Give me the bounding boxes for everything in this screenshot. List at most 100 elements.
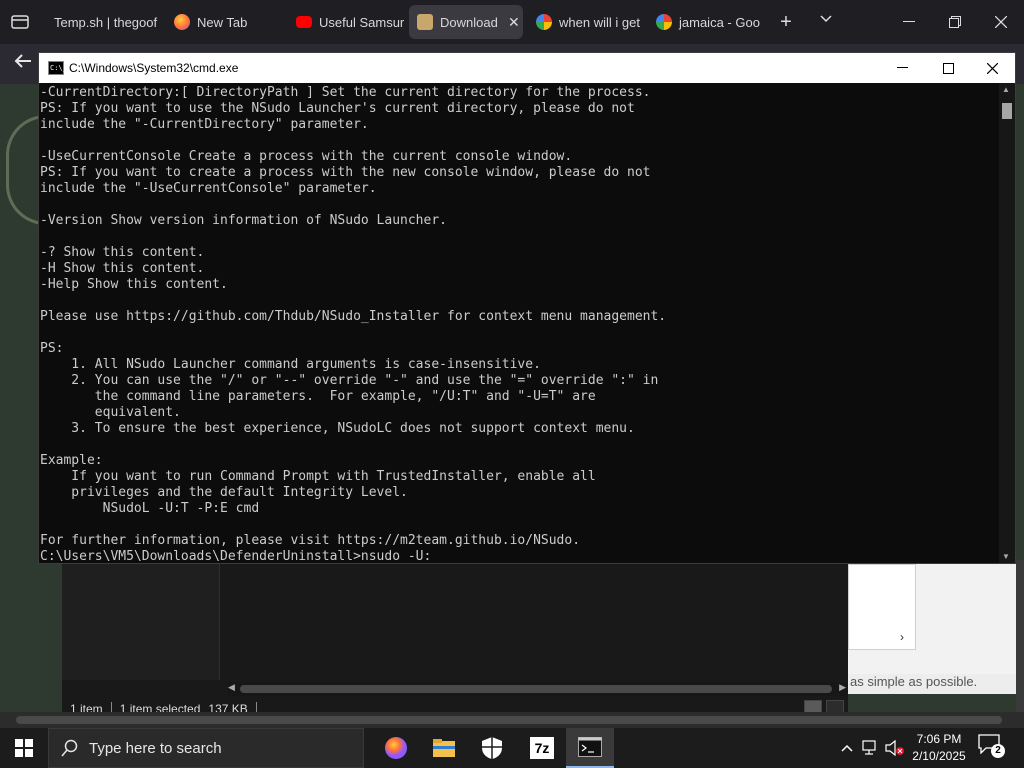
- taskbar-firefox[interactable]: [372, 728, 420, 768]
- tab-list-button[interactable]: [816, 10, 836, 34]
- back-button[interactable]: [10, 52, 36, 76]
- clock-time: 7:06 PM: [916, 732, 962, 746]
- console-line: privileges and the default Integrity Lev…: [40, 485, 408, 500]
- 7zip-icon: 7z: [530, 737, 554, 759]
- taskbar-file-explorer[interactable]: [420, 728, 468, 768]
- console-line: NSudoL -U:T -P:E cmd: [40, 501, 260, 516]
- windows-taskbar: Type here to search 7z 7:06 PM 2/10/2025…: [0, 728, 1024, 768]
- maximize-icon: [942, 62, 954, 74]
- cmd-console-output[interactable]: -CurrentDirectory:[ DirectoryPath ] Set …: [39, 83, 999, 563]
- volume-button[interactable]: [884, 728, 906, 768]
- download-page-icon: [417, 14, 433, 30]
- volume-muted-icon: [885, 740, 904, 756]
- firefox-icon: [174, 14, 190, 30]
- console-line: For further information, please visit ht…: [40, 533, 581, 548]
- command-prompt-window[interactable]: C:\_ C:\Windows\System32\cmd.exe -Curren…: [38, 52, 1016, 564]
- preview-box: [848, 564, 916, 650]
- tab-temp-sh[interactable]: Temp.sh | thegoof: [44, 5, 162, 39]
- search-icon: [61, 739, 78, 757]
- tab-label: Useful Samsur: [319, 14, 405, 30]
- scrollbar-thumb[interactable]: [240, 685, 832, 693]
- close-icon: [986, 62, 998, 74]
- notification-badge: 2: [991, 744, 1005, 758]
- scrollbar-thumb[interactable]: [16, 716, 1002, 724]
- console-line: -CurrentDirectory:[ DirectoryPath ] Set …: [40, 85, 651, 100]
- console-line: -Version Show version information of NSu…: [40, 213, 447, 228]
- console-line: 3. To ensure the best experience, NSudoL…: [40, 421, 635, 436]
- console-line: Example:: [40, 453, 103, 468]
- search-placeholder: Type here to search: [89, 739, 222, 757]
- page-horizontal-scrollbar[interactable]: [0, 712, 1024, 728]
- console-line: PS: If you want to use the NSudo Launche…: [40, 101, 635, 116]
- scroll-up-icon[interactable]: ▲: [1002, 85, 1010, 94]
- minimize-icon: [896, 67, 908, 68]
- windows-security-icon: [482, 737, 502, 759]
- tab-label: Download I: [440, 14, 500, 30]
- taskbar-command-prompt[interactable]: [566, 728, 614, 768]
- background-side-panel: ›: [848, 564, 1016, 674]
- browser-close-button[interactable]: [986, 8, 1016, 36]
- horizontal-scrollbar[interactable]: ◀ ▶: [228, 682, 848, 696]
- cmd-maximize-button[interactable]: [925, 53, 971, 83]
- file-explorer-icon: [433, 739, 455, 757]
- console-line: PS: If you want to create a process with…: [40, 165, 651, 180]
- network-button[interactable]: [860, 728, 882, 768]
- google-icon: [536, 14, 552, 30]
- console-line: 1. All NSudo Launcher command arguments …: [40, 357, 541, 372]
- show-hidden-icons-button[interactable]: [836, 728, 858, 768]
- browser-minimize-button[interactable]: [894, 8, 924, 36]
- notification-center-button[interactable]: 2: [978, 734, 1008, 762]
- taskbar-windows-security[interactable]: [468, 728, 516, 768]
- console-line: C:\Users\VM5\Downloads\DefenderUninstall…: [40, 549, 432, 563]
- console-line: include the "-CurrentDirectory" paramete…: [40, 117, 369, 132]
- google-icon: [656, 14, 672, 30]
- clock-date: 2/10/2025: [912, 749, 966, 763]
- chevron-down-icon: [820, 15, 832, 23]
- chevron-right-icon[interactable]: ›: [900, 630, 904, 644]
- console-line: 2. You can use the "/" or "--" override …: [40, 373, 659, 388]
- scrollbar-thumb[interactable]: [1002, 103, 1012, 119]
- file-explorer-window: ◀ ▶ 1 item 1 item selected 137 KB: [62, 564, 848, 720]
- background-page-text: as simple as possible.: [848, 674, 1016, 694]
- scroll-right-icon[interactable]: ▶: [839, 682, 846, 693]
- tab-menu-icon[interactable]: [8, 10, 32, 34]
- taskbar-7zip[interactable]: 7z: [518, 728, 566, 768]
- tab-new-tab[interactable]: New Tab: [166, 5, 284, 39]
- tab-useful-samsung[interactable]: Useful Samsur: [288, 5, 406, 39]
- browser-restore-button[interactable]: [940, 8, 970, 36]
- start-button[interactable]: [0, 728, 48, 768]
- navigation-pane[interactable]: [62, 564, 220, 680]
- chevron-up-icon: [841, 744, 853, 752]
- tab-when-will-i-get[interactable]: when will i get: [528, 5, 646, 39]
- cmd-close-button[interactable]: [969, 53, 1015, 83]
- windows-logo-icon: [15, 739, 33, 757]
- browser-tab-strip: Temp.sh | thegoof New Tab Useful Samsur …: [0, 0, 1024, 44]
- close-icon: [995, 16, 1007, 28]
- command-prompt-icon: [578, 737, 602, 757]
- console-line: equivalent.: [40, 405, 181, 420]
- arrow-left-icon: [14, 54, 31, 68]
- cmd-vertical-scrollbar[interactable]: ▲ ▼: [999, 83, 1015, 563]
- restore-icon: [949, 16, 961, 28]
- network-icon: [862, 740, 876, 755]
- cmd-title-bar[interactable]: C:\_ C:\Windows\System32\cmd.exe: [39, 53, 1015, 83]
- close-tab-icon[interactable]: ✕: [508, 14, 520, 31]
- background-scrollbar[interactable]: [1016, 560, 1024, 720]
- tab-jamaica[interactable]: jamaica - Goo: [648, 5, 760, 39]
- new-tab-button[interactable]: +: [776, 10, 796, 34]
- taskbar-clock[interactable]: 7:06 PM 2/10/2025: [906, 731, 972, 765]
- scroll-down-icon[interactable]: ▼: [1002, 552, 1010, 561]
- console-line: the command line parameters. For example…: [40, 389, 596, 404]
- console-line: PS:: [40, 341, 64, 356]
- cmd-app-icon: C:\_: [48, 61, 67, 75]
- taskbar-search-box[interactable]: Type here to search: [48, 728, 364, 768]
- cmd-minimize-button[interactable]: [879, 53, 925, 83]
- tab-download[interactable]: Download I ✕: [409, 5, 523, 39]
- scroll-left-icon[interactable]: ◀: [228, 682, 235, 693]
